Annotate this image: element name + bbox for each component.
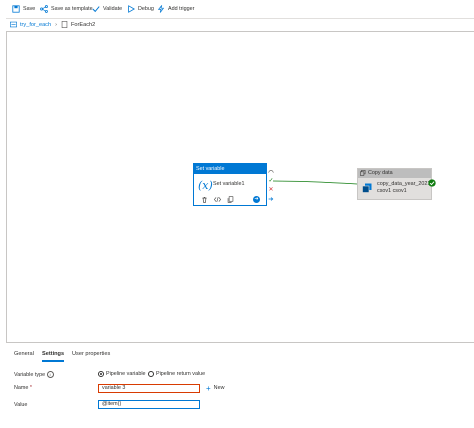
debug-button[interactable]: Debug xyxy=(127,3,154,15)
name-select-value: variable 3 xyxy=(102,385,126,391)
code-icon[interactable] xyxy=(213,196,221,204)
activity-name: Set variable1 xyxy=(213,181,245,187)
validate-label: Validate xyxy=(103,6,123,12)
arrow-right-icon[interactable]: ➜ xyxy=(253,196,260,203)
add-trigger-label: Add trigger xyxy=(168,6,195,12)
completion-port-icon[interactable] xyxy=(268,196,274,202)
add-trigger-button[interactable]: Add trigger xyxy=(157,3,194,15)
copy-data-activity[interactable]: Copy data copy_data_year_2021 csov1 csov… xyxy=(357,168,432,200)
breadcrumb-activity: ForEach2 xyxy=(70,21,96,28)
variable-type-label: Variable type i xyxy=(14,371,54,378)
name-select[interactable]: variable 3 xyxy=(98,384,200,393)
radio-pipeline-variable-label: Pipeline variable xyxy=(106,371,146,377)
delete-icon[interactable] xyxy=(200,196,208,204)
active-tab-indicator xyxy=(42,360,64,362)
radio-pipeline-return-value-label: Pipeline return value xyxy=(156,371,206,377)
tab-user-properties[interactable]: User properties xyxy=(72,351,110,357)
save-as-template-label: Save as template xyxy=(51,6,93,12)
play-icon xyxy=(128,5,135,13)
debug-label: Debug xyxy=(138,6,154,12)
breadcrumb-pipeline-link[interactable]: try_for_each xyxy=(20,22,51,28)
copy-activity-header: Copy data xyxy=(358,169,431,178)
failure-port-icon[interactable]: ✕ xyxy=(268,187,274,193)
activity-toolbar: ➜ xyxy=(194,195,266,205)
toolbar: Save Save as template Validate Debug Add… xyxy=(6,0,474,19)
save-as-template-button[interactable]: Save as template xyxy=(40,3,93,15)
chevron-right-icon: › xyxy=(55,21,57,28)
tab-settings[interactable]: Settings xyxy=(42,351,64,357)
success-connector xyxy=(273,180,358,185)
checkmark-icon xyxy=(92,6,100,13)
radio-pipeline-return-value[interactable] xyxy=(148,371,154,377)
copy-activity-name: copy_data_year_2021 csov1 csov1 xyxy=(377,181,431,194)
foreach-icon xyxy=(61,21,68,28)
copy-activity-type-label: Copy data xyxy=(368,170,393,176)
plus-icon: + xyxy=(206,384,211,393)
lightning-icon xyxy=(157,5,165,13)
database-copy-icon xyxy=(362,183,372,193)
radio-pipeline-variable[interactable] xyxy=(98,371,104,377)
new-variable-button[interactable]: + New xyxy=(206,384,224,393)
copy-data-icon xyxy=(360,170,366,176)
save-label: Save xyxy=(23,6,36,12)
copy-icon[interactable] xyxy=(226,196,234,204)
info-icon: i xyxy=(46,371,54,378)
set-variable-activity[interactable]: Set variable (x) Set variable1 ➜ xyxy=(193,163,267,206)
save-icon xyxy=(12,5,20,13)
breadcrumb: try_for_each › ForEach2 xyxy=(10,19,95,30)
skip-port-icon[interactable] xyxy=(268,169,274,175)
variable-icon: (x) xyxy=(198,179,213,192)
pipeline-icon xyxy=(10,21,17,28)
success-port-icon[interactable]: ✓ xyxy=(268,178,274,184)
validation-success-icon xyxy=(428,179,436,187)
save-button[interactable]: Save xyxy=(12,3,35,15)
name-label: Name * xyxy=(14,385,32,391)
value-label: Value xyxy=(14,402,28,408)
new-label: New xyxy=(213,385,225,391)
validate-button[interactable]: Validate xyxy=(92,3,122,15)
tab-general[interactable]: General xyxy=(14,351,34,357)
activity-type-label: Set variable xyxy=(194,164,266,174)
value-input-text: @item() xyxy=(102,401,122,407)
value-input[interactable]: @item() xyxy=(98,400,200,409)
template-icon xyxy=(40,5,48,13)
